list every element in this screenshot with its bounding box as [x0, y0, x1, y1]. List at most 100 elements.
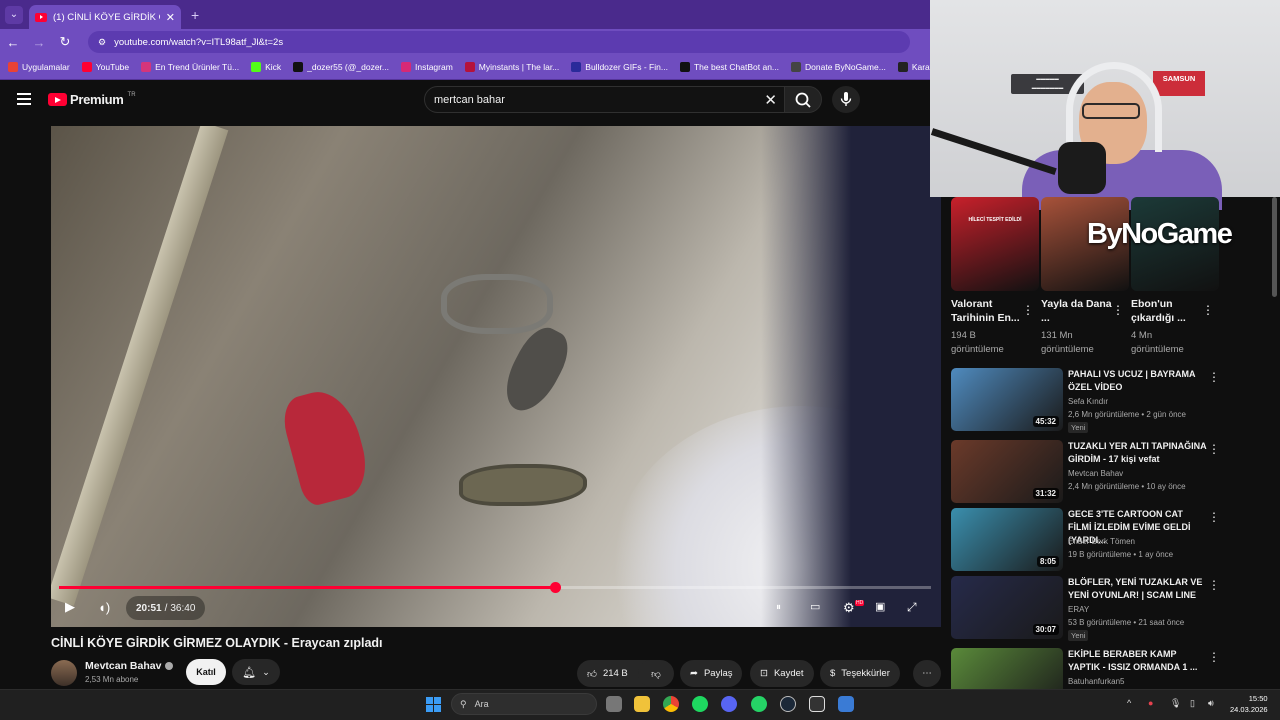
tray-mic-icon[interactable]: 🎙︎	[1170, 698, 1181, 709]
file-explorer-icon[interactable]	[606, 696, 622, 712]
recommendation-channel[interactable]: Batuhanfurkan5	[1068, 677, 1125, 686]
short-more-icon[interactable]: ⋮	[1112, 303, 1124, 317]
menu-icon[interactable]	[17, 93, 31, 105]
progress-played	[59, 586, 556, 589]
recommendation-channel[interactable]: Ender Berk Tömen	[1068, 537, 1135, 546]
url-field[interactable]: ⚙ youtube.com/watch?v=ITL98atf_Jl&t=2s	[88, 31, 910, 53]
discord-icon[interactable]	[721, 696, 737, 712]
thanks-button[interactable]: $ Teşekkürler	[820, 660, 900, 687]
recommendation-title[interactable]: PAHALI VS UCUZ | BAYRAMA ÖZEL VİDEO	[1068, 368, 1208, 394]
recommendation-item[interactable]: 30:07 BLÖFLER, YENİ TUZAKLAR VE YENİ OYUN…	[951, 576, 1271, 641]
bookmark-favicon-icon	[897, 62, 908, 72]
miniplayer-icon[interactable]: ▣	[875, 600, 885, 613]
browser-tab-active[interactable]: (1) CİNLİ KÖYE GİRDİK GİRMEZ ✕	[29, 5, 181, 29]
epic-games-icon[interactable]	[809, 696, 825, 712]
tray-network-icon[interactable]: ▯	[1190, 698, 1195, 709]
volume-icon[interactable]: ◖)	[98, 600, 110, 615]
more-options-icon[interactable]: ⋮	[1208, 650, 1220, 664]
forward-icon[interactable]: →	[32, 35, 46, 50]
save-button[interactable]: ⊡ Kaydet	[750, 660, 814, 687]
play-icon[interactable]: ▶	[65, 599, 75, 615]
recommendation-title[interactable]: EKİPLE BERABER KAMP YAPTIK - ISSIZ ORMAN…	[1068, 648, 1208, 674]
share-button[interactable]: ➦ Paylaş	[680, 660, 743, 687]
short-title[interactable]: Valorant Tarihinin En...	[951, 297, 1025, 325]
recommendation-channel[interactable]: ERAY	[1068, 605, 1089, 614]
bookmark-item[interactable]: Uygulamalar	[8, 62, 70, 72]
autoplay-toggle-icon[interactable]: ⏸	[776, 602, 781, 613]
whatsapp-icon[interactable]	[751, 696, 767, 712]
bookmark-item[interactable]: En Trend Ürünler Tü...	[141, 62, 239, 72]
recommendation-item[interactable]: 8:05 GECE 3'TE CARTOON CAT FİLMİ İZLEDİM …	[951, 508, 1271, 572]
spotify-icon[interactable]	[692, 696, 708, 712]
taskbar-clock[interactable]: 15:50 24.03.2026	[1230, 693, 1268, 715]
bookmark-item[interactable]: Myinstants | The lar...	[464, 62, 559, 72]
channel-avatar[interactable]	[51, 660, 77, 686]
store-icon[interactable]	[634, 696, 650, 712]
bookmark-label: Donate ByNoGame...	[805, 62, 886, 72]
bookmark-item[interactable]: YouTube	[81, 62, 129, 72]
steam-icon[interactable]	[780, 696, 796, 712]
tray-app-icon[interactable]: ●	[1148, 698, 1153, 708]
video-thumbnail[interactable]: 8:05	[951, 508, 1063, 571]
bell-icon: 🔔︎	[242, 666, 257, 679]
recommendation-channel[interactable]: Mevtcan Bahav	[1068, 469, 1123, 478]
new-tab-icon[interactable]: +	[191, 7, 199, 23]
video-player[interactable]	[51, 126, 941, 627]
bookmark-item[interactable]: Bulldozer GIFs - Fin...	[571, 62, 668, 72]
bookmark-item[interactable]: Karatay Belediyesi	[897, 62, 930, 72]
webcam-sign-right: SAMSUN	[1153, 71, 1205, 96]
chrome-icon[interactable]	[663, 696, 679, 712]
more-options-icon[interactable]: ⋮	[1208, 370, 1220, 384]
short-title[interactable]: Ebon'un çıkardığı ...	[1131, 297, 1205, 325]
bookmark-item[interactable]: Kick	[251, 62, 281, 72]
video-thumbnail[interactable]: 30:07	[951, 576, 1063, 639]
recommendation-title[interactable]: TUZAKLI YER ALTI TAPINAĞINA GİRDİM - 17 …	[1068, 440, 1208, 466]
subtitles-icon[interactable]: ▭	[810, 600, 820, 613]
clock-date: 24.03.2026	[1230, 705, 1268, 714]
clear-search-icon[interactable]: ✕	[764, 91, 777, 109]
recommendation-channel[interactable]: Sefa Kındır	[1068, 397, 1108, 406]
fullscreen-icon[interactable]: ⤢	[907, 600, 917, 615]
back-icon[interactable]: ←	[6, 35, 20, 50]
short-more-icon[interactable]: ⋮	[1022, 303, 1034, 317]
tab-close-icon[interactable]: ✕	[166, 11, 175, 24]
recommendation-title[interactable]: BLÖFLER, YENİ TUZAKLAR VE YENİ OYUNLAR! …	[1068, 576, 1208, 602]
notification-button[interactable]: 🔔︎ ⌄	[232, 659, 280, 685]
recommendation-item[interactable]: 45:32 PAHALI VS UCUZ | BAYRAMA ÖZEL VİDEO…	[951, 368, 1271, 433]
bookmark-item[interactable]: _dozer55 (@_dozer...	[293, 62, 389, 72]
bookmark-item[interactable]: Donate ByNoGame...	[791, 62, 886, 72]
tab-title: (1) CİNLİ KÖYE GİRDİK GİRMEZ	[53, 11, 160, 23]
more-options-icon[interactable]: ⋮	[1208, 442, 1220, 456]
tray-chevron-icon[interactable]: ^	[1127, 698, 1131, 708]
search-button[interactable]	[784, 86, 822, 113]
short-more-icon[interactable]: ⋮	[1202, 303, 1214, 317]
video-thumbnail[interactable]: 45:32	[951, 368, 1063, 431]
short-thumbnail[interactable]: HİLECİ TESPİT EDİLDİ	[951, 197, 1039, 291]
tab-search-button[interactable]: ⌄	[5, 5, 23, 24]
search-input[interactable]: mertcan bahar ✕	[424, 86, 786, 113]
more-options-icon[interactable]: ⋮	[1208, 578, 1220, 592]
bookmark-item[interactable]: The best ChatBot an...	[679, 62, 779, 72]
site-info-icon[interactable]: ⚙	[98, 37, 106, 48]
reload-icon[interactable]: ↻	[58, 34, 72, 50]
channel-name[interactable]: Mevtcan Bahav	[85, 660, 174, 672]
dislike-button[interactable]: 👎︎	[638, 660, 674, 687]
vpn-icon[interactable]	[838, 696, 854, 712]
join-button[interactable]: Katıl	[186, 659, 226, 685]
video-frame-sandal	[441, 274, 553, 334]
sidebar-scrollbar[interactable]	[1272, 197, 1277, 297]
video-thumbnail[interactable]: 31:32	[951, 440, 1063, 503]
more-options-icon[interactable]: ⋮	[1208, 510, 1220, 524]
video-progress-bar[interactable]	[59, 582, 931, 593]
settings-icon[interactable]: ⚙	[843, 600, 855, 616]
voice-search-button[interactable]	[832, 86, 860, 113]
youtube-premium-logo[interactable]: Premium TR	[48, 92, 136, 107]
tray-volume-icon[interactable]: 🔊︎	[1208, 698, 1214, 709]
windows-start-icon[interactable]	[426, 697, 441, 712]
bookmark-item[interactable]: Instagram	[401, 62, 453, 72]
recommendation-item[interactable]: 31:32 TUZAKLI YER ALTI TAPINAĞINA GİRDİM …	[951, 440, 1271, 504]
more-actions-button[interactable]: ⋯	[913, 660, 941, 687]
short-title[interactable]: Yayla da Dana ...	[1041, 297, 1115, 325]
bookmark-favicon-icon	[679, 62, 690, 72]
taskbar-search[interactable]: ⚲ Ara	[451, 693, 597, 715]
